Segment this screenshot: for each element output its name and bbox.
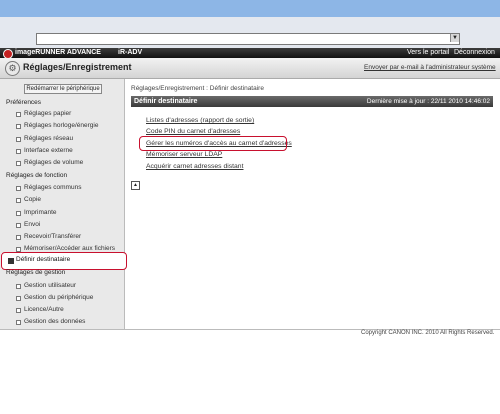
bullet-icon	[16, 308, 21, 313]
brand-name: imageRUNNER ADVANCE	[15, 49, 101, 56]
bullet-icon	[16, 137, 21, 142]
sidebar-heading-preferences: Préférences	[6, 99, 42, 106]
sidebar-item-license[interactable]: Licence/Autre	[16, 306, 64, 313]
sidebar-item-clock-energy[interactable]: Réglages horloge/énergie	[16, 122, 98, 129]
dropdown-arrow-icon[interactable]: ▼	[450, 34, 459, 42]
back-to-top-icon[interactable]: ▲	[131, 181, 140, 190]
bullet-icon	[16, 124, 21, 129]
bullet-icon	[16, 186, 21, 191]
bullet-icon	[16, 161, 21, 166]
bullet-icon	[16, 211, 21, 216]
model-name: iR-ADV	[118, 49, 143, 56]
browser-title-band	[0, 0, 500, 17]
sidebar-item-user-management[interactable]: Gestion utilisateur	[16, 282, 76, 289]
sidebar-item-common[interactable]: Réglages communs	[16, 184, 81, 191]
page-title-bar: ⚙ Réglages/Enregistrement Envoyer par e-…	[0, 58, 500, 79]
sidebar-heading-function: Réglages de fonction	[6, 172, 68, 179]
portal-link[interactable]: Vers le portail	[407, 48, 449, 58]
highlight-box-main	[139, 136, 287, 151]
link-address-book-pin[interactable]: Code PIN du carnet d'adresses	[146, 128, 240, 135]
sidebar-item-receive-forward[interactable]: Recevoir/Transférer	[16, 233, 81, 240]
last-update: Dernière mise à jour : 22/11 2010 14:46:…	[366, 98, 490, 105]
link-acquire-remote-address-book[interactable]: Acquérir carnet adresses distant	[146, 163, 243, 170]
sidebar-item-send[interactable]: Envoi	[16, 221, 40, 228]
highlight-box-sidebar	[1, 252, 127, 270]
bullet-icon	[16, 296, 21, 301]
breadcrumb: Réglages/Enregistrement : Définir destin…	[131, 85, 264, 92]
sidebar-item-copy[interactable]: Copie	[16, 196, 41, 203]
bullet-icon	[16, 149, 21, 154]
app-header-bar: imageRUNNER ADVANCE iR-ADV Vers le porta…	[0, 48, 500, 59]
address-bar[interactable]	[36, 33, 460, 45]
sidebar-item-external-interface[interactable]: Interface externe	[16, 147, 73, 154]
copyright: Copyright CANON INC. 2010 All Rights Res…	[361, 330, 495, 336]
page-title: Réglages/Enregistrement	[23, 62, 132, 72]
email-admin-link[interactable]: Envoyer par e-mail à l'administrateur sy…	[364, 64, 496, 71]
sidebar-item-device-management[interactable]: Gestion du périphérique	[16, 294, 93, 301]
sidebar-item-volume[interactable]: Réglages de volume	[16, 159, 83, 166]
bullet-icon	[16, 320, 21, 325]
settings-icon: ⚙	[5, 61, 20, 76]
bullet-icon	[16, 284, 21, 289]
sidebar-heading-management: Réglages de gestion	[6, 269, 66, 276]
bullet-icon	[16, 112, 21, 117]
browser-menu-band	[0, 17, 500, 31]
sidebar-item-network[interactable]: Réglages réseau	[16, 135, 73, 142]
link-store-ldap-server[interactable]: Mémoriser serveur LDAP	[146, 151, 222, 158]
section-title: Définir destinataire	[134, 98, 198, 105]
restart-device-button[interactable]: Redémarrer le périphérique	[24, 84, 102, 94]
link-address-lists[interactable]: Listes d'adresses (rapport de sortie)	[146, 117, 254, 124]
section-header: Définir destinataire Dernière mise à jou…	[131, 96, 493, 107]
sidebar-item-printer[interactable]: Imprimante	[16, 209, 57, 216]
bullet-icon	[16, 198, 21, 203]
bullet-icon	[16, 223, 21, 228]
sidebar-item-store-access[interactable]: Mémoriser/Accéder aux fichiers	[16, 245, 115, 252]
bullet-icon	[16, 235, 21, 240]
sidebar-item-data-management[interactable]: Gestion des données	[16, 318, 85, 325]
sidebar-item-paper[interactable]: Réglages papier	[16, 110, 71, 117]
logout-link[interactable]: Déconnexion	[454, 48, 495, 58]
